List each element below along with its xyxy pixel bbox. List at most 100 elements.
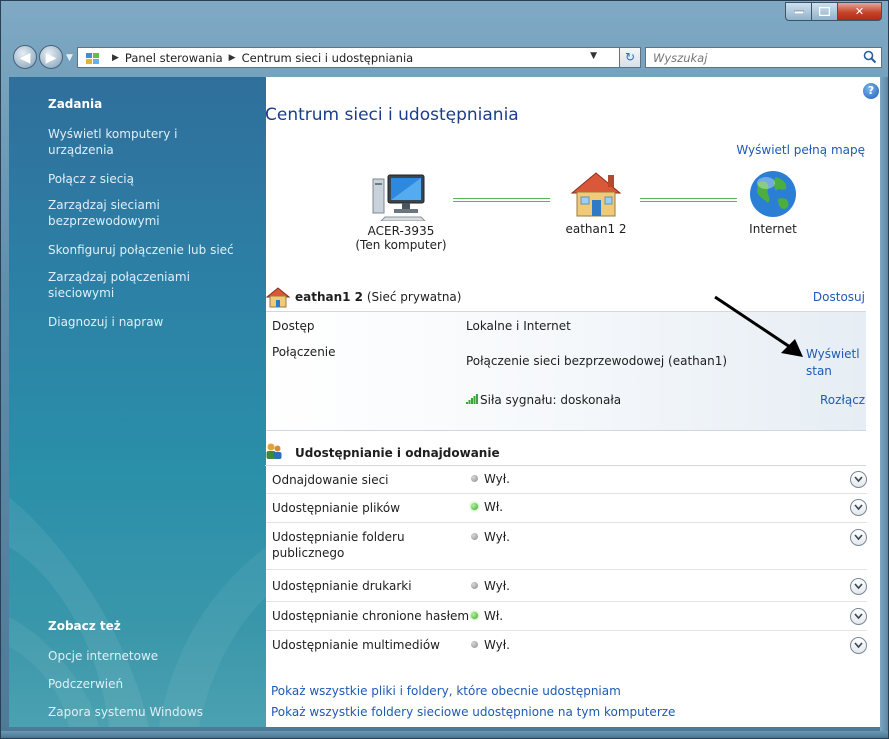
connection-value: Połączenie sieci bezprzewodowej (eathan1…: [466, 354, 728, 368]
sharing-row: Udostępnianie plików Wł.: [266, 494, 867, 523]
internet-node-label: Internet: [749, 222, 797, 236]
minimize-icon: [793, 10, 804, 14]
sharing-row-label: Udostępnianie drukarki: [272, 579, 412, 593]
computer-name: ACER-3935: [367, 224, 435, 238]
disconnect-link[interactable]: Rozłącz: [820, 393, 865, 407]
signal-text: Siła sygnału: doskonała: [480, 393, 622, 407]
sharing-row: Udostępnianie folderu publicznego Wył.: [266, 523, 867, 570]
status-off-icon: [471, 533, 478, 540]
sharing-row-label: Odnajdowanie sieci: [272, 473, 389, 487]
search-input[interactable]: [651, 49, 855, 66]
refresh-icon: ↻: [624, 50, 636, 64]
access-value: Lokalne i Internet: [466, 319, 571, 333]
sharing-row-status: Wł.: [471, 609, 503, 623]
chevron-down-icon: [854, 583, 863, 590]
sidebar-link-setup-connection[interactable]: Skonfiguruj połączenie lub sieć: [48, 242, 258, 258]
sharing-row: Udostępnianie chronione hasłem Wł.: [266, 602, 867, 631]
network-node-name: eathan1 2: [565, 222, 627, 236]
network-type: (Sieć prywatna): [366, 290, 462, 304]
window-controls: ✕: [785, 2, 882, 21]
explorer-window: ✕ ◀ ▶ ▼ ▶ Panel sterowania ▶ Centrum sie…: [0, 0, 889, 739]
crumb-separator-icon: ▶: [228, 52, 236, 63]
status-on-icon: [471, 612, 478, 619]
expand-button[interactable]: [850, 608, 867, 625]
chevron-down-icon: [854, 642, 863, 649]
task-pane: Zadania Wyświetl komputery i urządzenia …: [9, 77, 266, 727]
computer-subtitle: (Ten komputer): [355, 238, 447, 252]
status-text: Wył.: [484, 579, 510, 593]
sidebar-link-internet-options[interactable]: Opcje internetowe: [48, 648, 258, 664]
sidebar-link-manage-connections[interactable]: Zarządzaj połączeniami sieciowymi: [48, 269, 208, 301]
maximize-icon: [819, 7, 830, 16]
status-text: Wł.: [484, 500, 504, 514]
expand-button[interactable]: [850, 529, 867, 546]
status-off-icon: [471, 582, 478, 589]
sidebar-link-connect[interactable]: Połącz z siecią: [48, 171, 258, 187]
back-button[interactable]: ◀: [13, 45, 37, 69]
chevron-down-icon: [854, 534, 863, 541]
status-off-icon: [471, 641, 478, 648]
address-dropdown-icon[interactable]: ▼: [590, 51, 597, 61]
breadcrumb-network-center[interactable]: Centrum sieci i udostępniania: [242, 51, 414, 65]
sharing-row: Udostępnianie drukarki Wył.: [266, 570, 867, 602]
expand-button[interactable]: [850, 578, 867, 595]
network-home-icon: [266, 287, 290, 308]
maximize-button[interactable]: [812, 2, 838, 21]
status-text: Wył.: [484, 472, 510, 486]
show-shared-files-link[interactable]: Pokaż wszystkie pliki i foldery, które o…: [271, 681, 675, 702]
page-title: Centrum sieci i udostępniania: [265, 105, 519, 125]
show-shared-folders-link[interactable]: Pokaż wszystkie foldery sieciowe udostęp…: [271, 702, 675, 723]
sharing-row-status: Wył.: [471, 472, 510, 486]
map-node-computer[interactable]: ACER-3935 (Ten komputer): [346, 173, 456, 252]
window-frame-right: [880, 77, 888, 733]
sharing-header: Udostępnianie i odnajdowanie: [265, 439, 866, 466]
sharing-row-status: Wył.: [471, 579, 510, 593]
breadcrumb-control-panel[interactable]: Panel sterowania: [125, 51, 223, 65]
forward-arrow-icon: ▶: [45, 50, 57, 66]
globe-icon: [750, 171, 796, 217]
sharing-row-status: Wł.: [471, 500, 503, 514]
search-icon[interactable]: [863, 50, 877, 64]
see-also-header: Zobacz też: [48, 619, 121, 633]
connection-label: Połączenie: [272, 345, 336, 359]
status-off-icon: [471, 475, 478, 482]
view-full-map-link[interactable]: Wyświetl pełną mapę: [736, 143, 865, 157]
sidebar-link-diagnose[interactable]: Diagnozuj i napraw: [48, 314, 258, 330]
address-bar[interactable]: ▶ Panel sterowania ▶ Centrum sieci i udo…: [77, 47, 620, 68]
status-text: Wł.: [484, 609, 504, 623]
forward-button[interactable]: ▶: [39, 45, 63, 69]
expand-button[interactable]: [850, 471, 867, 488]
sharing-row-label: Udostępnianie multimediów: [272, 638, 440, 652]
map-node-network[interactable]: eathan1 2: [546, 169, 646, 236]
content-pane: ? Centrum sieci i udostępniania Wyświetl…: [265, 77, 881, 727]
sharing-title: Udostępnianie i odnajdowanie: [295, 446, 500, 460]
sharing-row: Udostępnianie multimediów Wył.: [266, 631, 867, 659]
sharing-row-label: Udostępnianie plików: [272, 501, 401, 515]
expand-button[interactable]: [850, 637, 867, 654]
map-connection-line: [640, 198, 737, 202]
status-text: Wył.: [484, 530, 510, 544]
tasks-header: Zadania: [48, 97, 103, 111]
sidebar-link-manage-wireless[interactable]: Zarządzaj sieciami bezprzewodowymi: [48, 197, 188, 229]
expand-button[interactable]: [850, 499, 867, 516]
refresh-button[interactable]: ↻: [619, 47, 641, 68]
crumb-separator-icon: ▶: [112, 52, 119, 63]
customize-link[interactable]: Dostosuj: [813, 290, 865, 304]
sharing-row-status: Wył.: [471, 638, 510, 652]
sidebar-link-firewall[interactable]: Zapora systemu Windows: [48, 704, 258, 720]
sidebar-link-infrared[interactable]: Podczerwień: [48, 676, 258, 692]
minimize-button[interactable]: [785, 2, 812, 21]
sharing-people-icon: [266, 443, 282, 459]
sidebar-link-view-computers[interactable]: Wyświetl komputery i urządzenia: [48, 126, 188, 158]
computer-icon: [372, 174, 427, 222]
close-button[interactable]: ✕: [838, 2, 882, 21]
chevron-down-icon: [854, 504, 863, 511]
recent-pages-dropdown[interactable]: ▼: [66, 53, 73, 63]
back-arrow-icon: ◀: [19, 50, 31, 66]
map-node-internet[interactable]: Internet: [738, 169, 808, 236]
control-panel-icon: [86, 52, 99, 64]
signal-bars-icon: [466, 394, 478, 404]
help-icon[interactable]: ?: [863, 83, 879, 99]
chevron-down-icon: [854, 613, 863, 620]
view-status-link[interactable]: Wyświetl stan: [806, 346, 864, 380]
